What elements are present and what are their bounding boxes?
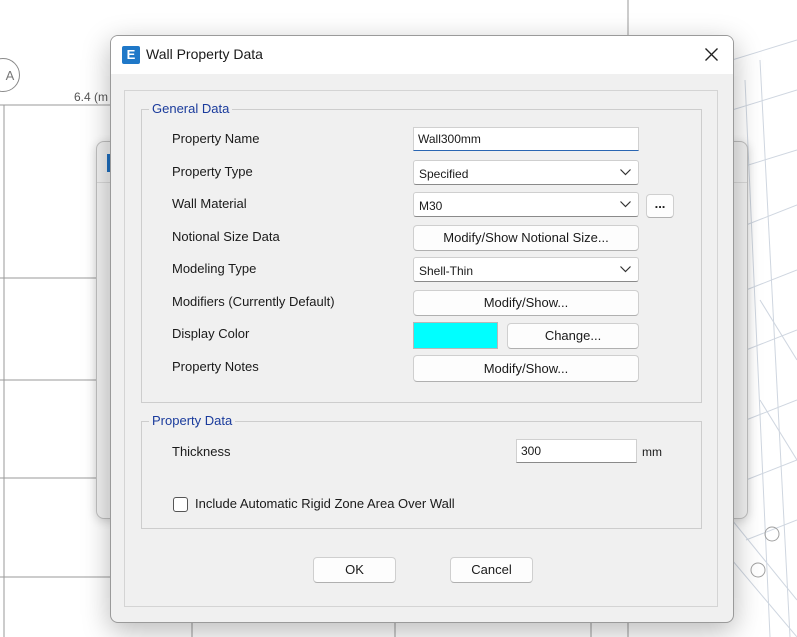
wall-material-browse-button[interactable]: ...: [646, 194, 674, 218]
display-color-swatch: [413, 322, 498, 349]
property-name-input[interactable]: Wall300mm: [413, 127, 639, 151]
wall-material-value: M30: [419, 199, 443, 213]
rigid-zone-checkbox[interactable]: [173, 497, 188, 512]
wall-material-dropdown[interactable]: M30: [413, 192, 639, 217]
notional-size-label: Notional Size Data: [172, 229, 280, 244]
dialog-title: Wall Property Data: [146, 46, 263, 62]
chevron-down-icon: [620, 169, 631, 176]
change-color-button[interactable]: Change...: [507, 323, 639, 349]
modify-property-notes-button[interactable]: Modify/Show...: [413, 355, 639, 382]
thickness-input[interactable]: 300: [516, 439, 637, 463]
modifiers-label: Modifiers (Currently Default): [172, 294, 335, 309]
chevron-down-icon: [620, 266, 631, 273]
modify-modifiers-button[interactable]: Modify/Show...: [413, 290, 639, 316]
general-data-title: General Data: [149, 101, 233, 116]
wall-property-dialog: E Wall Property Data General Data Proper…: [110, 35, 734, 623]
dimension-label: 6.4 (m: [74, 90, 109, 104]
property-type-label: Property Type: [172, 164, 253, 179]
property-data-title: Property Data: [149, 413, 236, 428]
modify-notional-size-button[interactable]: Modify/Show Notional Size...: [413, 225, 639, 251]
property-type-value: Specified: [419, 167, 469, 181]
title-bar[interactable]: E Wall Property Data: [111, 36, 733, 74]
property-data-group: Property Data: [141, 413, 702, 529]
wall-material-label: Wall Material: [172, 196, 247, 211]
thickness-label: Thickness: [172, 444, 231, 459]
chevron-down-icon: [620, 201, 631, 208]
modeling-type-value: Shell-Thin: [419, 264, 474, 278]
rigid-zone-label: Include Automatic Rigid Zone Area Over W…: [195, 496, 455, 511]
property-type-dropdown[interactable]: Specified: [413, 160, 639, 185]
property-notes-label: Property Notes: [172, 359, 259, 374]
cancel-button[interactable]: Cancel: [450, 557, 533, 583]
property-name-label: Property Name: [172, 131, 260, 146]
close-button[interactable]: [697, 42, 727, 68]
modeling-type-label: Modeling Type: [172, 261, 257, 276]
display-color-label: Display Color: [172, 326, 250, 341]
ok-button[interactable]: OK: [313, 557, 396, 583]
modeling-type-dropdown[interactable]: Shell-Thin: [413, 257, 639, 282]
etabs-app-icon: E: [122, 46, 140, 64]
thickness-unit: mm: [642, 445, 662, 459]
close-icon: [705, 48, 718, 61]
